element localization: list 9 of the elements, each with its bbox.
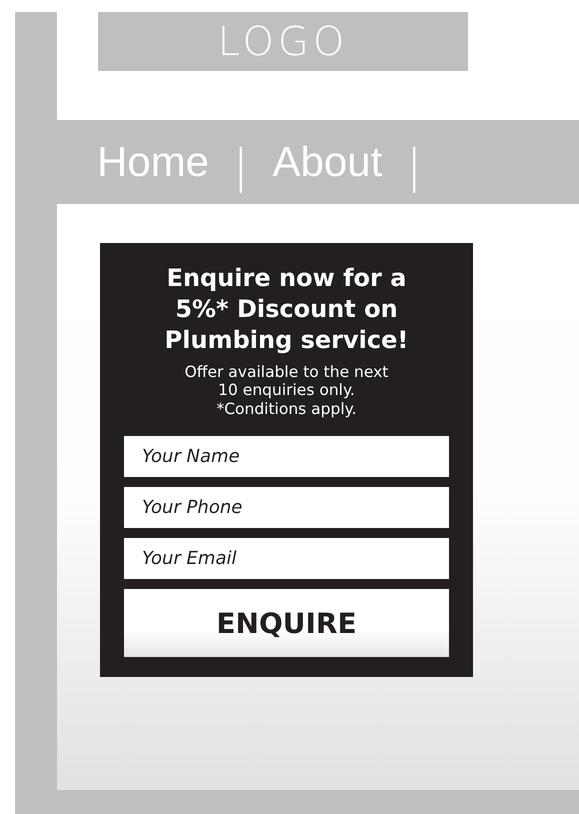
- input-field[interactable]: Your Name: [124, 436, 449, 478]
- logo-text: LOGO: [218, 22, 348, 62]
- nav-link[interactable]: About: [272, 141, 382, 183]
- input-field[interactable]: Your Email: [124, 538, 449, 580]
- offer-text: Offer available to the next 10 enquiries only. *Conditions apply.: [184, 362, 390, 418]
- input-field[interactable]: Your Phone: [124, 487, 449, 528]
- enquire-button[interactable]: ENQUIRE: [124, 589, 449, 658]
- nav-link[interactable]: Home: [97, 141, 210, 183]
- form-heading: Enquire now for a 5%* Discount on Plumbing service!: [164, 263, 410, 356]
